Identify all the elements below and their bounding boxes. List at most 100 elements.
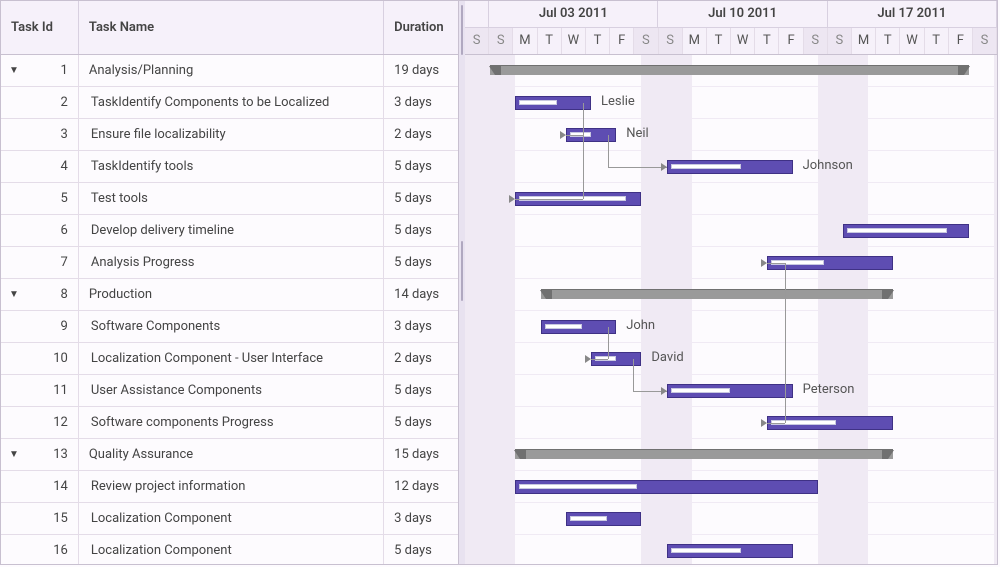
task-bar[interactable] <box>767 416 893 430</box>
col-header-id[interactable]: Task Id <box>1 1 79 54</box>
task-id-cell: 5 <box>1 183 79 214</box>
dependency-arrow-icon <box>761 419 767 427</box>
expand-collapse-icon[interactable]: ▼ <box>9 449 19 460</box>
task-row[interactable]: 11User Assistance Components5 days <box>1 375 458 407</box>
task-row[interactable]: 9Software Components3 days <box>1 311 458 343</box>
dependency-line <box>591 359 608 360</box>
task-duration-cell: 5 days <box>384 247 458 278</box>
task-id-label: 16 <box>53 543 68 558</box>
gantt-row <box>465 471 997 503</box>
task-row[interactable]: 16Localization Component5 days <box>1 535 458 564</box>
task-name-cell[interactable]: TaskIdentify tools <box>79 151 384 182</box>
task-bar[interactable] <box>541 320 617 334</box>
task-id-cell: 16 <box>1 535 79 564</box>
timeline-day-cell: S <box>659 28 683 54</box>
task-name-cell[interactable]: Software Components <box>79 311 384 342</box>
expand-collapse-icon[interactable]: ▼ <box>9 289 19 300</box>
task-bar[interactable] <box>667 160 793 174</box>
task-row[interactable]: 7Analysis Progress5 days <box>1 247 458 279</box>
timeline-day-cell: S <box>828 28 852 54</box>
dependency-line <box>515 199 583 200</box>
task-name-cell[interactable]: Localization Component <box>79 535 384 564</box>
task-row[interactable]: ▼8Production14 days <box>1 279 458 311</box>
grid-body: ▼1Analysis/Planning19 days 2 TaskIdentify … <box>1 55 458 564</box>
task-id-cell: ▼ 13 <box>1 439 79 470</box>
timeline-weeks-row: Jul 03 2011Jul 10 2011Jul 17 2011 <box>465 1 997 28</box>
task-row[interactable]: 2 TaskIdentify Components to be Localized… <box>1 87 458 119</box>
task-bar[interactable] <box>515 96 591 110</box>
task-id-cell: ▼8 <box>1 279 79 310</box>
task-row[interactable]: 5Test tools5 days <box>1 183 458 215</box>
task-name-cell[interactable]: Ensure file localizability <box>79 119 384 150</box>
dependency-arrow-icon <box>585 355 591 363</box>
task-name-cell[interactable]: Develop delivery timeline <box>79 215 384 246</box>
task-name-cell[interactable]: Review project information <box>79 471 384 502</box>
dependency-line <box>608 327 609 359</box>
gantt-row <box>465 55 997 87</box>
task-row[interactable]: 6Develop delivery timeline5 days <box>1 215 458 247</box>
splitter-thumb-icon <box>461 5 463 55</box>
progress-indicator <box>519 100 556 105</box>
dependency-arrow-icon <box>560 131 566 139</box>
task-row[interactable]: 12Software components Progress5 days <box>1 407 458 439</box>
task-row[interactable]: 15Localization Component3 days <box>1 503 458 535</box>
task-id-cell: 7 <box>1 247 79 278</box>
task-name-cell[interactable]: Test tools <box>79 183 384 214</box>
expand-collapse-icon[interactable]: ▼ <box>9 65 19 76</box>
gantt-row: Neil <box>465 119 997 151</box>
task-row[interactable]: 14Review project information12 days <box>1 471 458 503</box>
task-name-cell[interactable]: Quality Assurance <box>79 439 384 470</box>
gantt-row: Peterson <box>465 375 997 407</box>
task-name-cell[interactable]: Analysis Progress <box>79 247 384 278</box>
col-header-duration[interactable]: Duration <box>384 1 458 54</box>
task-bar[interactable] <box>667 384 793 398</box>
task-id-cell: 4 <box>1 151 79 182</box>
timeline-week-cell: Jul 03 2011 <box>489 1 658 27</box>
summary-bar[interactable] <box>490 65 969 75</box>
task-id-label: 11 <box>53 383 68 398</box>
task-name-cell[interactable]: Localization Component <box>79 503 384 534</box>
task-id-cell: 11 <box>1 375 79 406</box>
gantt-chart-panel: Jul 03 2011Jul 10 2011Jul 17 2011 SSMTWT… <box>465 1 997 564</box>
task-bar[interactable] <box>515 480 817 494</box>
task-name-cell[interactable]: User Assistance Components <box>79 375 384 406</box>
gantt-row: Johnson <box>465 151 997 183</box>
task-name-cell[interactable]: TaskIdentify Components to be Localized <box>79 87 384 118</box>
task-duration-cell: 2 days <box>384 119 458 150</box>
task-bar[interactable] <box>667 544 793 558</box>
timeline-day-cell: T <box>538 28 562 54</box>
summary-bar[interactable] <box>541 289 894 299</box>
task-grid-panel: Task Id Task Name Duration ▼1Analysis/Pl… <box>1 1 459 564</box>
task-duration-cell: 12 days <box>384 471 458 502</box>
task-duration-cell: 5 days <box>384 151 458 182</box>
task-row[interactable]: 4TaskIdentify tools5 days <box>1 151 458 183</box>
timeline-day-cell: M <box>852 28 876 54</box>
col-header-name[interactable]: Task Name <box>79 1 384 54</box>
task-bar[interactable] <box>767 256 893 270</box>
progress-indicator <box>519 484 637 489</box>
task-id-label: 2 <box>61 95 68 110</box>
task-name-cell[interactable]: Production <box>79 279 384 310</box>
timeline-day-cell: T <box>876 28 900 54</box>
timeline-day-cell: W <box>900 28 924 54</box>
task-row[interactable]: ▼1Analysis/Planning19 days <box>1 55 458 87</box>
timeline-day-cell: T <box>586 28 610 54</box>
task-bar[interactable] <box>843 224 969 238</box>
gantt-chart-body[interactable]: LeslieNeilJohnsonJohnDavidPeterson <box>465 55 997 564</box>
dependency-line <box>767 423 784 424</box>
summary-bar[interactable] <box>515 449 893 459</box>
task-name-cell[interactable]: Localization Component - User Interface <box>79 343 384 374</box>
task-id-label: 13 <box>53 447 68 462</box>
task-id-cell: 10 <box>1 343 79 374</box>
timeline-day-cell: T <box>707 28 731 54</box>
timeline-day-cell: M <box>513 28 537 54</box>
task-row[interactable]: 10Localization Component - User Interfac… <box>1 343 458 375</box>
task-bar[interactable] <box>566 512 642 526</box>
task-row[interactable]: 3Ensure file localizability2 days <box>1 119 458 151</box>
dependency-arrow-icon <box>509 195 515 203</box>
task-name-cell[interactable]: Analysis/Planning <box>79 55 384 86</box>
task-row[interactable]: ▼13Quality Assurance15 days <box>1 439 458 471</box>
dependency-line <box>583 103 584 199</box>
task-name-cell[interactable]: Software components Progress <box>79 407 384 438</box>
dependency-line <box>785 391 786 423</box>
